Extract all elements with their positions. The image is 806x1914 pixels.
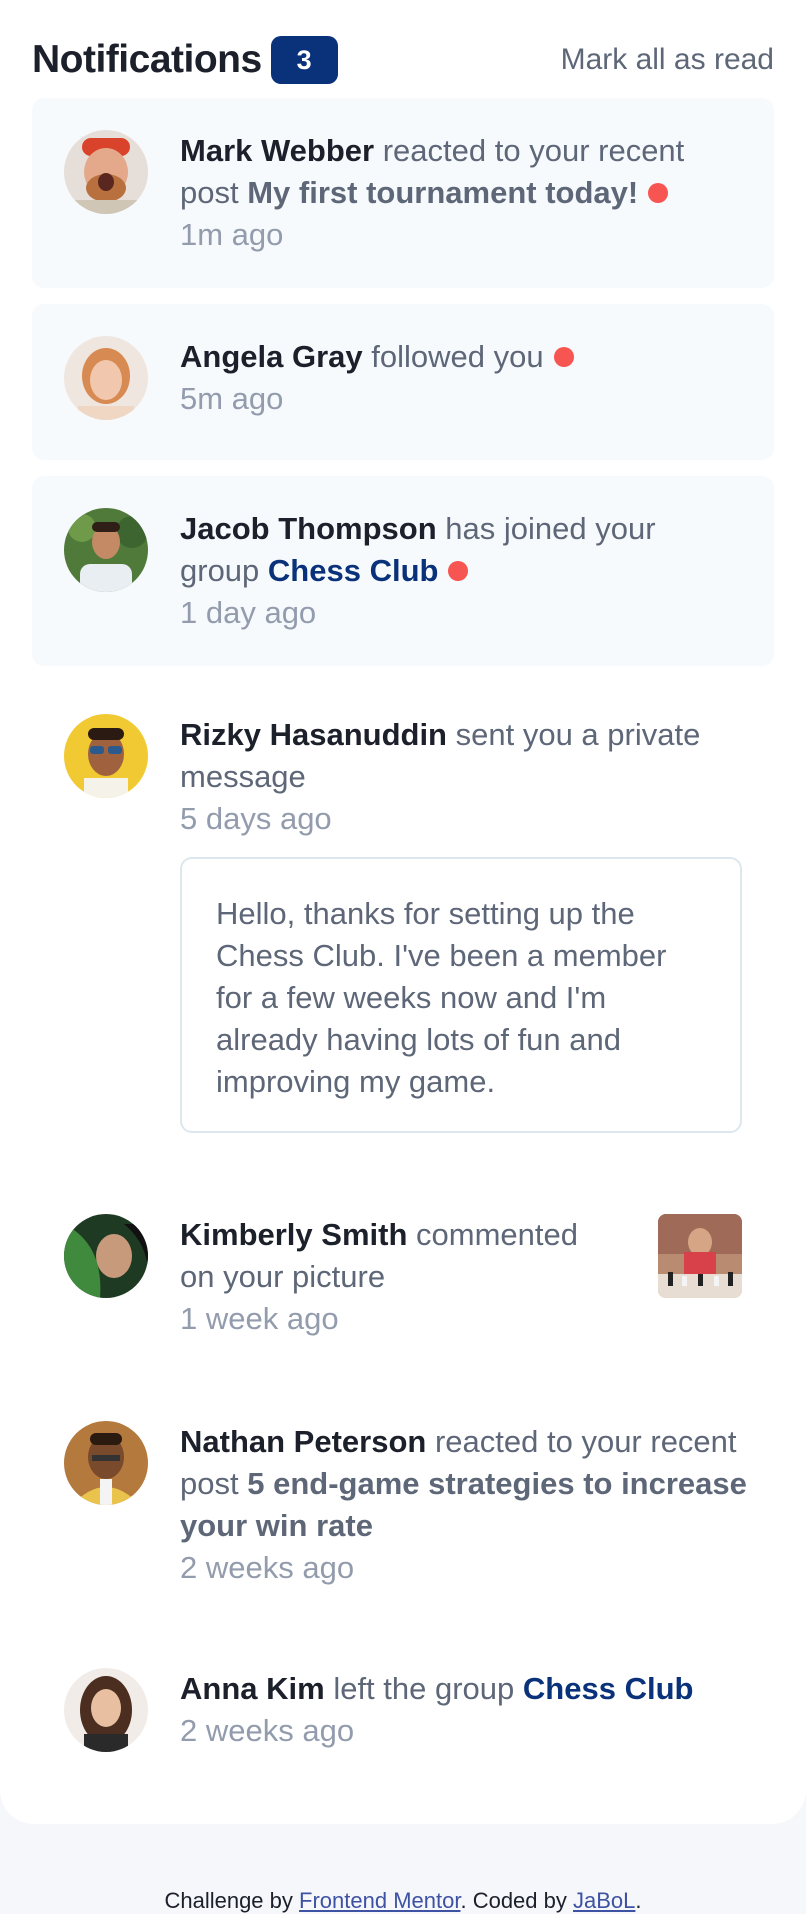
notification-item[interactable]: Angela Gray followed you 5m ago bbox=[32, 304, 774, 460]
avatar-jacob-thompson bbox=[64, 508, 148, 592]
unread-dot-icon bbox=[648, 182, 669, 203]
avatar[interactable] bbox=[64, 336, 148, 420]
timestamp: 2 weeks ago bbox=[180, 1713, 355, 1748]
notification-item[interactable]: Jacob Thompson has joined your group Che… bbox=[32, 476, 774, 666]
mark-all-as-read-button[interactable]: Mark all as read bbox=[561, 43, 774, 77]
notification-item[interactable]: Mark Webber reacted to your recent post … bbox=[32, 98, 774, 288]
avatar-kimberly-smith bbox=[64, 1214, 148, 1298]
user-name-link[interactable]: Nathan Peterson bbox=[180, 1424, 426, 1459]
unread-dot-icon bbox=[553, 346, 574, 367]
timestamp: 1 day ago bbox=[180, 595, 317, 630]
timestamp: 2 weeks ago bbox=[180, 1550, 355, 1585]
timestamp: 5 days ago bbox=[180, 801, 332, 836]
attribution-footer: Challenge by Frontend Mentor. Coded by J… bbox=[0, 1888, 806, 1914]
notification-item[interactable]: Anna Kim left the group Chess Club 2 wee… bbox=[32, 1636, 774, 1786]
group-link[interactable]: Chess Club bbox=[268, 553, 439, 588]
footer-middle: . Coded by bbox=[460, 1888, 567, 1913]
timestamp: 5m ago bbox=[180, 381, 284, 416]
group-link[interactable]: Chess Club bbox=[523, 1671, 694, 1706]
avatar[interactable] bbox=[64, 1214, 148, 1298]
page-title: Notifications bbox=[32, 38, 262, 81]
unread-count-badge: 3 bbox=[270, 36, 338, 84]
avatar[interactable] bbox=[64, 130, 148, 214]
commented-picture-thumbnail[interactable] bbox=[658, 1214, 742, 1298]
post-link[interactable]: 5 end-game strategies to increase your w… bbox=[180, 1466, 747, 1543]
notifications-card: Notifications 3 Mark all as read Mark We… bbox=[0, 0, 806, 1824]
avatar[interactable] bbox=[64, 508, 148, 592]
post-link[interactable]: My first tournament today! bbox=[247, 175, 638, 210]
avatar-anna-kim bbox=[64, 1668, 148, 1752]
notification-text: Kimberly Smith commented on your picture… bbox=[180, 1214, 620, 1340]
avatar[interactable] bbox=[64, 1421, 148, 1505]
footer-prefix: Challenge by bbox=[164, 1888, 293, 1913]
header: Notifications 3 Mark all as read bbox=[32, 34, 774, 86]
avatar[interactable] bbox=[64, 714, 148, 798]
user-name-link[interactable]: Angela Gray bbox=[180, 339, 363, 374]
chess-picture-image bbox=[658, 1214, 742, 1298]
notification-text: Mark Webber reacted to your recent post … bbox=[180, 130, 740, 256]
notification-text: Anna Kim left the group Chess Club 2 wee… bbox=[180, 1668, 750, 1752]
notification-text: Jacob Thompson has joined your group Che… bbox=[180, 508, 740, 634]
timestamp: 1 week ago bbox=[180, 1301, 339, 1336]
avatar-nathan-peterson bbox=[64, 1421, 148, 1505]
notification-text: Rizky Hasanuddin sent you a private mess… bbox=[180, 714, 750, 840]
notification-text: Nathan Peterson reacted to your recent p… bbox=[180, 1421, 750, 1589]
user-name-link[interactable]: Anna Kim bbox=[180, 1671, 325, 1706]
user-name-link[interactable]: Kimberly Smith bbox=[180, 1217, 407, 1252]
action-text: followed you bbox=[371, 339, 544, 374]
user-name-link[interactable]: Jacob Thompson bbox=[180, 511, 437, 546]
notification-item[interactable]: Nathan Peterson reacted to your recent p… bbox=[32, 1389, 774, 1603]
avatar-mark-webber bbox=[64, 130, 148, 214]
user-name-link[interactable]: Rizky Hasanuddin bbox=[180, 717, 447, 752]
footer-suffix: . bbox=[635, 1888, 642, 1913]
unread-dot-icon bbox=[448, 560, 469, 581]
timestamp: 1m ago bbox=[180, 217, 284, 252]
private-message-box[interactable]: Hello, thanks for setting up the Chess C… bbox=[180, 857, 742, 1133]
avatar-angela-gray bbox=[64, 336, 148, 420]
frontend-mentor-link[interactable]: Frontend Mentor bbox=[299, 1888, 460, 1913]
title-wrap: Notifications 3 bbox=[32, 36, 338, 84]
action-text: left the group bbox=[333, 1671, 515, 1706]
user-name-link[interactable]: Mark Webber bbox=[180, 133, 374, 168]
avatar[interactable] bbox=[64, 1668, 148, 1752]
author-link[interactable]: JaBoL bbox=[573, 1888, 635, 1913]
notification-text: Angela Gray followed you 5m ago bbox=[180, 336, 740, 420]
avatar-rizky-hasanuddin bbox=[64, 714, 148, 798]
